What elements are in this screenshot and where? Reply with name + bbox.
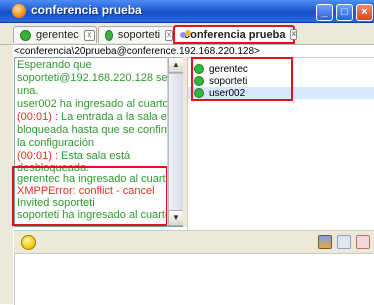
chat-timestamp: (00:01) : bbox=[17, 111, 58, 123]
chat-line: (00:01) : Esta sala está bbox=[17, 150, 130, 162]
window-title: conferencia prueba bbox=[31, 3, 142, 17]
chat-line: Esperando que bbox=[17, 59, 92, 71]
presence-online-icon bbox=[105, 29, 113, 41]
tab-label: conferencia prueba bbox=[184, 28, 286, 41]
tab-gerentec[interactable]: gerentec x bbox=[13, 26, 97, 43]
tab-soporteti[interactable]: soporteti x bbox=[98, 26, 174, 43]
tab-label: gerentec bbox=[36, 29, 79, 41]
chat-timestamp: (00:01) : bbox=[17, 150, 58, 162]
highlight-box-occupants bbox=[191, 57, 293, 101]
maximize-button[interactable]: □ bbox=[336, 4, 353, 21]
emoticon-icon[interactable] bbox=[21, 235, 36, 250]
close-tab-icon[interactable]: x bbox=[165, 29, 173, 41]
window-title-bar[interactable]: conferencia prueba _ □ × bbox=[0, 0, 374, 23]
message-input[interactable] bbox=[14, 253, 374, 305]
room-address: <conferencia\20prueba@conference.192.168… bbox=[14, 46, 260, 57]
presence-online-icon bbox=[20, 29, 31, 41]
chat-line: la configuración bbox=[17, 137, 95, 149]
app-icon bbox=[12, 4, 26, 18]
chat-text: Esta sala está bbox=[57, 150, 131, 162]
close-window-button[interactable]: × bbox=[356, 4, 373, 21]
tab-label: soporteti bbox=[117, 29, 161, 41]
chat-line: user002 ha ingresado al cuarto. bbox=[17, 98, 172, 110]
close-tab-icon[interactable]: x bbox=[290, 29, 297, 40]
phone-icon[interactable] bbox=[356, 235, 370, 249]
chat-text: La entrada a la sala está bbox=[57, 111, 182, 123]
edit-icon[interactable] bbox=[337, 235, 351, 249]
chat-line: una. bbox=[17, 85, 39, 97]
scroll-up-icon[interactable]: ▲ bbox=[168, 57, 184, 73]
chat-line: (00:01) : La entrada a la sala está bbox=[17, 111, 182, 123]
scroll-down-icon[interactable]: ▼ bbox=[168, 210, 184, 226]
highlight-box-events bbox=[12, 166, 168, 226]
chat-scrollbar[interactable]: ▲ ▼ bbox=[167, 57, 184, 226]
scroll-thumb[interactable] bbox=[168, 73, 184, 211]
close-tab-icon[interactable]: x bbox=[83, 29, 95, 41]
minimize-button[interactable]: _ bbox=[316, 4, 333, 21]
tab-conferencia-prueba[interactable]: conferencia prueba x bbox=[173, 25, 297, 44]
tab-bar: gerentec x soporteti x conferencia prueb… bbox=[0, 23, 374, 45]
chat-line: bloqueada hasta que se confirme bbox=[17, 124, 180, 136]
chat-line: soporteti@192.168.220.128 se bbox=[17, 72, 168, 84]
users-icon[interactable] bbox=[318, 235, 332, 249]
